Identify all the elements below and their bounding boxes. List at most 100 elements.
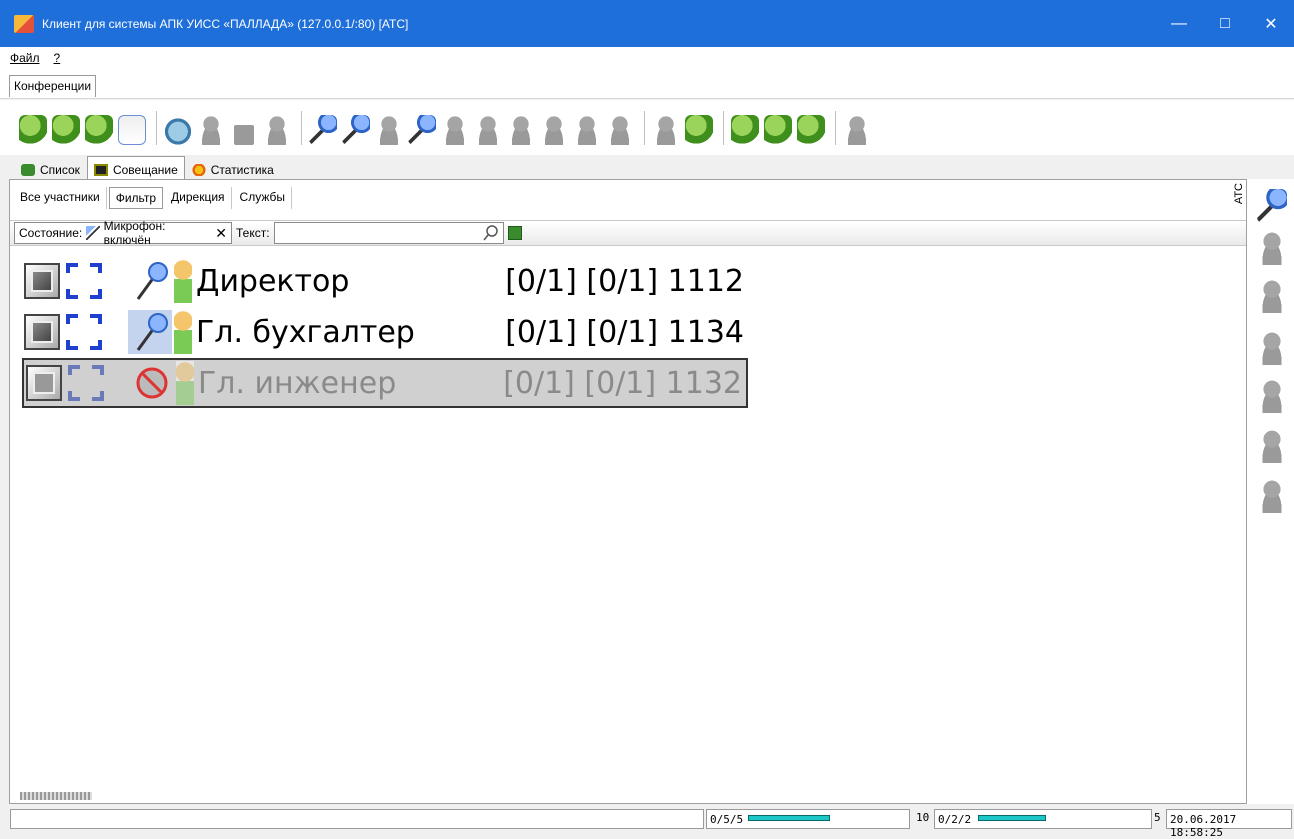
- toolbar-separator: [723, 110, 724, 145]
- filter-tab-all[interactable]: Все участники: [14, 187, 107, 209]
- video-frame-icon: [68, 365, 104, 401]
- filter-tab-services[interactable]: Службы: [234, 187, 293, 209]
- minimize-button[interactable]: —: [1156, 0, 1202, 47]
- user-call-button[interactable]: [651, 111, 681, 145]
- toolbar-separator: [301, 110, 302, 145]
- user-icon: [507, 114, 535, 145]
- menu-bar: Файл ?: [0, 47, 1294, 69]
- alarm-icon: [441, 114, 469, 145]
- user-button[interactable]: [605, 111, 635, 145]
- refresh-icon[interactable]: [507, 226, 522, 240]
- participant-checkbox[interactable]: [24, 314, 60, 350]
- toolbar-separator: [156, 110, 157, 145]
- participant-checkbox[interactable]: [24, 263, 60, 299]
- conference-settings-button[interactable]: [84, 111, 114, 145]
- tab-meeting[interactable]: Совещание: [86, 156, 185, 179]
- participant-row[interactable]: Гл. инженер [0/1] [0/1] 1132: [22, 358, 748, 408]
- add-conference-icon: [19, 114, 47, 145]
- user-icon: [606, 114, 634, 145]
- participant-row[interactable]: Гл. бухгалтер [0/1] [0/1] 1134: [22, 307, 748, 357]
- tab-list[interactable]: Список: [14, 158, 87, 179]
- add-user-icon: [731, 114, 759, 145]
- mute-mic-button[interactable]: [407, 111, 437, 145]
- headset-icon[interactable]: [1257, 379, 1287, 413]
- bell-button[interactable]: [473, 111, 503, 145]
- filter-tab-filter[interactable]: Фильтр: [108, 187, 164, 209]
- phone-button[interactable]: [163, 111, 193, 145]
- state-filter-bar: Состояние: Микрофон: включён ✕ Текст:: [10, 219, 1246, 247]
- stop-button[interactable]: [229, 111, 259, 145]
- participant-list: Директор [0/1] [0/1] 1112 Гл. бухгалтер …: [22, 256, 748, 409]
- mute-icon[interactable]: [1257, 231, 1287, 265]
- progress-bar: [748, 815, 830, 821]
- user-icon[interactable]: [1257, 479, 1287, 513]
- alarm-button[interactable]: [440, 111, 470, 145]
- toolbar-separator: [644, 110, 645, 145]
- tab-label: Список: [40, 163, 80, 177]
- progress-bar: [978, 815, 1046, 821]
- add-conference-button[interactable]: [18, 111, 48, 145]
- edit-conference-button[interactable]: [51, 111, 81, 145]
- microphone-icon: [86, 226, 100, 240]
- edit-conference-icon: [52, 114, 80, 145]
- toolbar-separator: [835, 110, 836, 145]
- participant-checkbox[interactable]: [26, 365, 62, 401]
- user-icon: [176, 361, 194, 405]
- microphone-icon[interactable]: [1257, 189, 1287, 223]
- text-search-input[interactable]: [273, 222, 504, 244]
- sidebar-label: АТС: [1233, 183, 1245, 205]
- bell-icon[interactable]: [1257, 331, 1287, 365]
- menu-file[interactable]: Файл: [10, 51, 40, 65]
- participant-info: [0/1] [0/1] 1132: [503, 365, 742, 401]
- mute-all-button[interactable]: [374, 111, 404, 145]
- play-button[interactable]: [196, 111, 226, 145]
- remove-user-button[interactable]: [796, 111, 826, 145]
- bell-icon: [474, 114, 502, 145]
- user-active-icon: [685, 114, 713, 145]
- calendar-button[interactable]: [117, 111, 147, 145]
- group-button[interactable]: [842, 111, 872, 145]
- title-bar: Клиент для системы АПК УИСС «ПАЛЛАДА» (1…: [0, 0, 1294, 47]
- close-button[interactable]: ✕: [1248, 0, 1294, 47]
- add-user-button[interactable]: [730, 111, 760, 145]
- microphone-icon[interactable]: [128, 310, 172, 354]
- filter-tab-direction[interactable]: Дирекция: [165, 187, 232, 209]
- mute-icon[interactable]: [130, 361, 174, 405]
- view-tabs: Список Совещание Статистика: [0, 156, 1294, 179]
- clear-state-button[interactable]: ✕: [215, 225, 227, 242]
- alarm-icon[interactable]: [1257, 279, 1287, 313]
- microphone-icon[interactable]: [128, 259, 172, 303]
- participant-name: Гл. инженер: [198, 365, 397, 401]
- audio-settings-icon: [342, 114, 370, 145]
- status-counter: 0/5/5: [710, 813, 744, 826]
- video-frame-icon: [66, 314, 102, 350]
- conference-tab-bar: Конференции: [0, 69, 1294, 99]
- user-button[interactable]: [506, 111, 536, 145]
- menu-help[interactable]: ?: [54, 51, 61, 65]
- filter-tabs: Все участники Фильтр Дирекция Службы: [10, 180, 1246, 216]
- tab-conferences[interactable]: Конференции: [9, 75, 97, 97]
- move-icon[interactable]: [1257, 429, 1287, 463]
- microphone-button[interactable]: [308, 111, 338, 145]
- statistics-icon: [191, 164, 206, 176]
- participant-row[interactable]: Директор [0/1] [0/1] 1112: [22, 256, 748, 306]
- window-controls: — □ ✕: [1156, 0, 1294, 47]
- search-icon[interactable]: [482, 225, 499, 241]
- remove-user-icon: [797, 114, 825, 145]
- audio-settings-button[interactable]: [341, 111, 371, 145]
- user-button[interactable]: [539, 111, 569, 145]
- user-active-button[interactable]: [684, 111, 714, 145]
- record-button[interactable]: [262, 111, 292, 145]
- play-icon: [197, 114, 225, 145]
- maximize-button[interactable]: □: [1202, 0, 1248, 47]
- state-combo[interactable]: Состояние: Микрофон: включён ✕: [14, 219, 232, 247]
- right-sidebar: АТС: [1233, 179, 1294, 804]
- user-button[interactable]: [572, 111, 602, 145]
- datetime-box: 20.06.2017 18:58:25: [1166, 809, 1292, 839]
- tab-statistics[interactable]: Статистика: [185, 158, 281, 179]
- user-settings-icon: [764, 114, 792, 145]
- user-settings-button[interactable]: [763, 111, 793, 145]
- status-bar: 0/5/5 10 0/2/2 5 20.06.2017 18:58:25: [0, 806, 1294, 839]
- state-label: Состояние:: [19, 226, 83, 240]
- horizontal-scrollbar[interactable]: [20, 792, 92, 800]
